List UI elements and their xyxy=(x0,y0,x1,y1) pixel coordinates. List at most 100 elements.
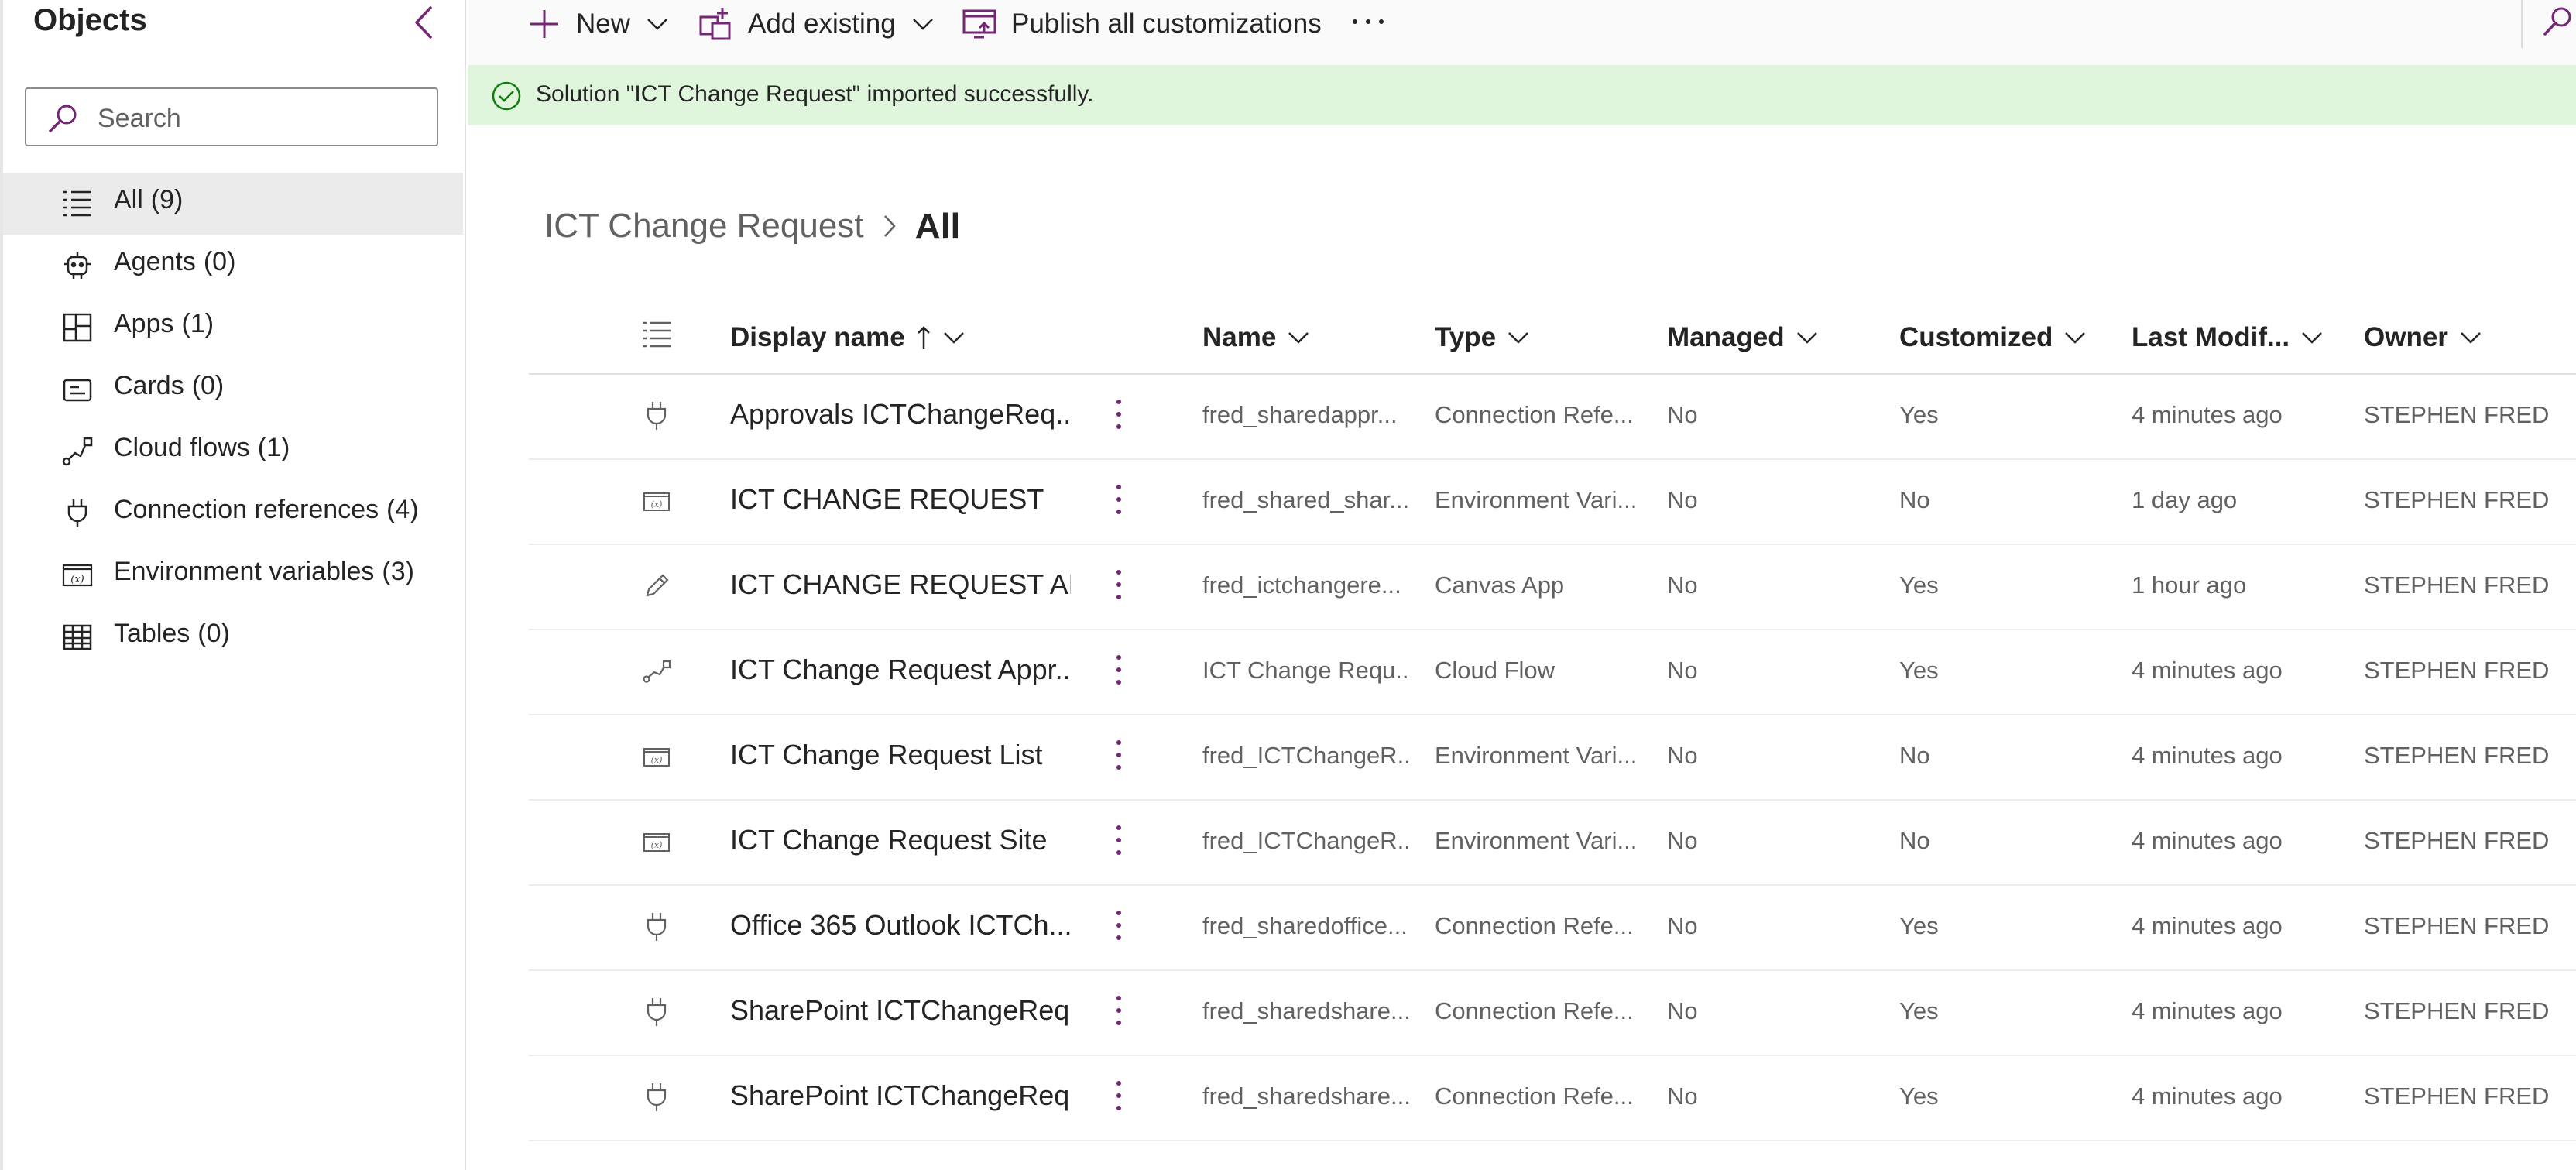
nav-item-count: (0) xyxy=(203,247,236,276)
cell-owner: STEPHEN FRED xyxy=(2364,912,2550,939)
add-existing-button[interactable]: Add existing xyxy=(698,0,935,48)
cell-display-name[interactable]: ICT Change Request Appr... xyxy=(730,654,1071,686)
svg-text:(x): (x) xyxy=(651,755,663,765)
svg-text:(x): (x) xyxy=(651,499,663,510)
nav-item-environment-variables[interactable]: (x) Environment variables (3) xyxy=(3,544,463,606)
cell-last-modified: 1 hour ago xyxy=(2132,571,2247,599)
cell-display-name[interactable]: ICT CHANGE REQUEST xyxy=(730,483,1071,516)
svg-text:(x): (x) xyxy=(70,574,84,585)
cell-name: fred_ICTChangeR... xyxy=(1202,742,1411,769)
row-more-options-button[interactable] xyxy=(1111,1076,1127,1115)
nav-item-cards[interactable]: Cards (0) xyxy=(3,359,463,420)
cell-owner: STEPHEN FRED xyxy=(2364,486,2550,513)
cell-display-name[interactable]: ICT Change Request Site xyxy=(730,824,1071,856)
cell-display-name[interactable]: ICT Change Request List xyxy=(730,739,1071,771)
column-options-icon[interactable] xyxy=(641,319,672,350)
chevron-down-icon xyxy=(912,19,933,30)
table-row[interactable]: (x) ICT Change Request List fred_ICTChan… xyxy=(529,715,2576,801)
column-header-label: Owner xyxy=(2364,322,2448,352)
command-search-button[interactable] xyxy=(2541,5,2574,39)
table-icon xyxy=(62,622,93,653)
more-vertical-icon xyxy=(1116,400,1121,429)
row-more-options-button[interactable] xyxy=(1111,395,1127,434)
column-header-label: Name xyxy=(1202,322,1277,352)
chevron-right-icon xyxy=(883,215,896,237)
cell-display-name[interactable]: SharePoint ICTChangeReq... xyxy=(730,994,1071,1027)
nav-item-tables[interactable]: Tables (0) xyxy=(3,606,463,668)
table-row[interactable]: (x) ICT CHANGE REQUEST fred_shared_shar.… xyxy=(529,460,2576,545)
cell-last-modified: 4 minutes ago xyxy=(2132,912,2283,939)
nav-item-count: (1) xyxy=(181,309,214,338)
cell-display-name[interactable]: Office 365 Outlook ICTCh... xyxy=(730,909,1071,942)
more-horizontal-icon xyxy=(1353,19,1384,24)
plug-icon xyxy=(641,997,672,1028)
nav-item-count: (0) xyxy=(197,619,230,648)
nav-item-cloud-flows[interactable]: Cloud flows (1) xyxy=(3,420,463,482)
row-more-options-button[interactable] xyxy=(1111,906,1127,945)
cell-customized: Yes xyxy=(1899,1083,1939,1110)
column-header-managed[interactable]: Managed xyxy=(1667,302,1819,373)
cell-last-modified: 4 minutes ago xyxy=(2132,401,2283,428)
chevron-left-icon xyxy=(415,6,432,39)
cell-owner: STEPHEN FRED xyxy=(2364,742,2550,769)
pencil-icon xyxy=(641,571,672,602)
nav-item-count: (4) xyxy=(386,495,419,524)
column-header-owner[interactable]: Owner xyxy=(2364,302,2482,373)
row-more-options-button[interactable] xyxy=(1111,736,1127,774)
row-more-options-button[interactable] xyxy=(1111,650,1127,689)
column-header-last-modified[interactable]: Last Modif... xyxy=(2132,302,2324,373)
column-header-label: Managed xyxy=(1667,322,1785,352)
column-header-type[interactable]: Type xyxy=(1435,302,1530,373)
svg-text:(x): (x) xyxy=(651,840,663,850)
nav-item-connection-references[interactable]: Connection references (4) xyxy=(3,482,463,544)
nav-item-count: (0) xyxy=(191,371,225,400)
cell-last-modified: 4 minutes ago xyxy=(2132,1083,2283,1110)
table-row[interactable]: Office 365 Outlook ICTCh... fred_sharedo… xyxy=(529,886,2576,971)
nav-item-apps[interactable]: Apps (1) xyxy=(3,297,463,359)
grid-body: Approvals ICTChangeReq... fred_sharedapp… xyxy=(529,375,2576,1141)
table-row[interactable]: ICT Change Request Appr... ICT Change Re… xyxy=(529,630,2576,715)
new-button[interactable]: New xyxy=(527,0,669,48)
breadcrumb-solution-link[interactable]: ICT Change Request xyxy=(544,207,864,245)
column-header-display-name[interactable]: Display name xyxy=(730,302,966,373)
chevron-down-icon xyxy=(943,332,964,344)
cell-name: fred_shared_shar... xyxy=(1202,486,1410,513)
cell-last-modified: 4 minutes ago xyxy=(2132,657,2283,684)
cell-name: fred_sharedappr... xyxy=(1202,401,1398,428)
variable-icon: (x) xyxy=(62,560,93,591)
objects-search-input[interactable] xyxy=(96,98,424,139)
table-row[interactable]: (x) ICT Change Request Site fred_ICTChan… xyxy=(529,801,2576,886)
cell-name: fred_ictchangere... xyxy=(1202,571,1401,599)
cell-managed: No xyxy=(1667,997,1698,1024)
column-header-name[interactable]: Name xyxy=(1202,302,1310,373)
cell-display-name[interactable]: Approvals ICTChangeReq... xyxy=(730,398,1071,431)
cell-type: Connection Refe... xyxy=(1435,1083,1634,1110)
nav-item-all[interactable]: All (9) xyxy=(3,173,463,235)
more-commands-button[interactable] xyxy=(1349,3,1387,42)
nav-item-count: (1) xyxy=(257,433,290,462)
table-row[interactable]: SharePoint ICTChangeReq... fred_sharedsh… xyxy=(529,971,2576,1056)
table-row[interactable]: SharePoint ICTChangeReq... fred_sharedsh… xyxy=(529,1056,2576,1141)
nav-item-label: Cloud flows xyxy=(114,433,250,462)
more-vertical-icon xyxy=(1116,655,1121,685)
cell-display-name[interactable]: ICT CHANGE REQUEST APP xyxy=(730,568,1071,601)
nav-item-agents[interactable]: Agents (0) xyxy=(3,235,463,297)
cell-managed: No xyxy=(1667,657,1698,684)
table-row[interactable]: Approvals ICTChangeReq... fred_sharedapp… xyxy=(529,375,2576,460)
publish-all-customizations-button[interactable]: Publish all customizations xyxy=(962,0,1322,48)
nav-item-label: All xyxy=(114,185,143,214)
search-icon xyxy=(46,103,79,134)
chevron-down-icon xyxy=(1796,332,1817,344)
row-more-options-button[interactable] xyxy=(1111,565,1127,604)
table-row[interactable]: ICT CHANGE REQUEST APP fred_ictchangere.… xyxy=(529,545,2576,630)
objects-search-box[interactable] xyxy=(25,87,438,146)
success-checkmark-icon xyxy=(491,81,522,112)
row-more-options-button[interactable] xyxy=(1111,991,1127,1030)
cell-managed: No xyxy=(1667,912,1698,939)
collapse-pane-button[interactable] xyxy=(409,5,440,40)
column-header-customized[interactable]: Customized xyxy=(1899,302,2087,373)
cell-display-name[interactable]: SharePoint ICTChangeReq... xyxy=(730,1079,1071,1112)
row-more-options-button[interactable] xyxy=(1111,480,1127,519)
row-more-options-button[interactable] xyxy=(1111,821,1127,859)
card-icon xyxy=(62,374,93,405)
